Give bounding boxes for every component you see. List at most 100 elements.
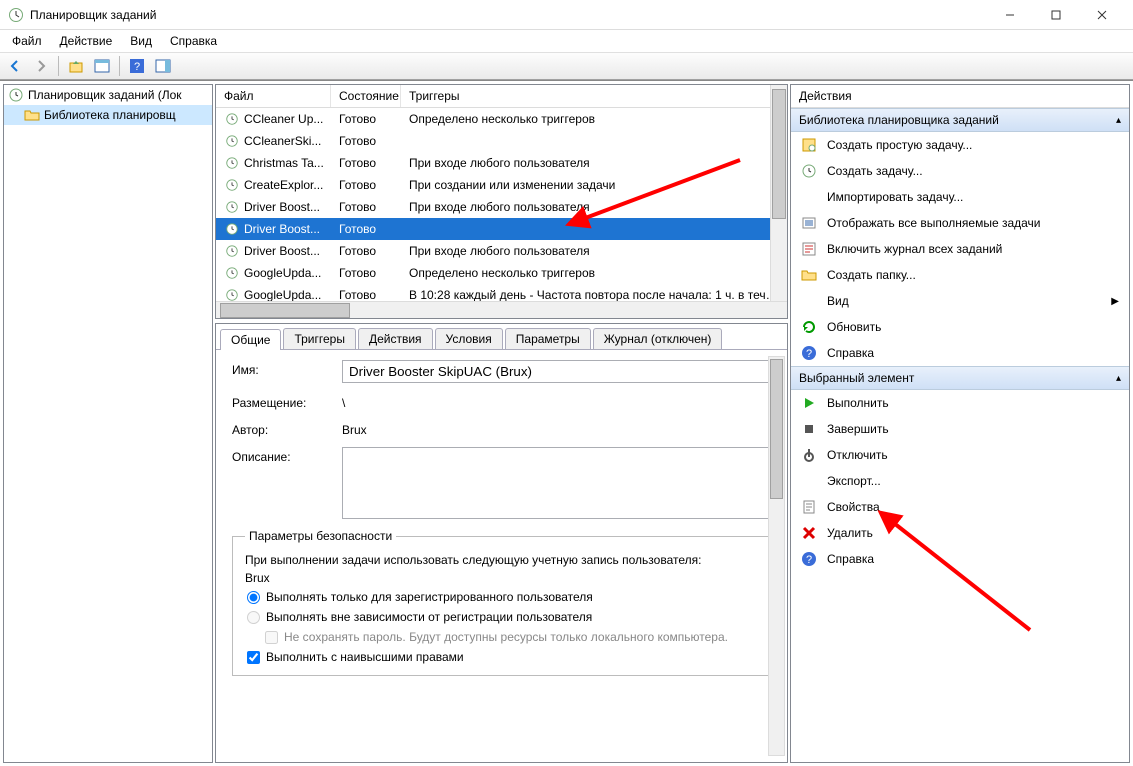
view-icon — [801, 293, 817, 309]
action-refresh[interactable]: Обновить — [791, 314, 1129, 340]
help2-icon: ? — [801, 551, 817, 567]
actions-title: Действия — [791, 85, 1129, 108]
vertical-scrollbar[interactable] — [770, 85, 787, 301]
task-state: Готово — [331, 243, 401, 259]
task-state: Готово — [331, 265, 401, 281]
action-label: Вид — [827, 294, 849, 308]
clock-icon — [224, 199, 240, 215]
tab-history[interactable]: Журнал (отключен) — [593, 328, 723, 349]
tree-library[interactable]: Библиотека планировщ — [4, 105, 212, 125]
actions-section-library[interactable]: Библиотека планировщика заданий ▴ — [791, 108, 1129, 132]
actions-pane: Действия Библиотека планировщика заданий… — [790, 84, 1130, 763]
action-props[interactable]: Свойства — [791, 494, 1129, 520]
description-field[interactable] — [342, 447, 771, 519]
menu-help[interactable]: Справка — [162, 32, 225, 50]
action-help1[interactable]: ?Справка — [791, 340, 1129, 366]
create_basic-icon — [801, 137, 817, 153]
check-highest[interactable] — [247, 651, 260, 664]
task-triggers: При входе любого пользователя — [401, 199, 787, 215]
action-label: Завершить — [827, 422, 889, 436]
panel1-button[interactable] — [91, 55, 113, 77]
action-end[interactable]: Завершить — [791, 416, 1129, 442]
action-create_basic[interactable]: Создать простую задачу... — [791, 132, 1129, 158]
action-delete[interactable]: Удалить — [791, 520, 1129, 546]
tab-general[interactable]: Общие — [220, 329, 281, 350]
clock-icon — [224, 221, 240, 237]
action-enable_hist[interactable]: Включить журнал всех заданий — [791, 236, 1129, 262]
actions-section-selected[interactable]: Выбранный элемент ▴ — [791, 366, 1129, 390]
panel2-button[interactable] — [152, 55, 174, 77]
task-row[interactable]: CreateExplor...ГотовоПри создании или из… — [216, 174, 787, 196]
titlebar: Планировщик заданий — [0, 0, 1133, 30]
menu-view[interactable]: Вид — [122, 32, 160, 50]
action-label: Выполнить — [827, 396, 889, 410]
task-row[interactable]: Driver Boost...ГотовоПри входе любого по… — [216, 240, 787, 262]
forward-button[interactable] — [30, 55, 52, 77]
end-icon — [801, 421, 817, 437]
location-value: \ — [342, 393, 345, 410]
clock-icon — [224, 243, 240, 259]
task-triggers: Определено несколько триггеров — [401, 111, 787, 127]
help-button[interactable]: ? — [126, 55, 148, 77]
action-help2[interactable]: ?Справка — [791, 546, 1129, 572]
author-value: Brux — [342, 420, 367, 437]
tab-triggers[interactable]: Триггеры — [283, 328, 356, 349]
task-row[interactable]: Driver Boost...ГотовоПри входе любого по… — [216, 196, 787, 218]
back-button[interactable] — [4, 55, 26, 77]
detail-scrollbar[interactable] — [768, 356, 785, 756]
description-label: Описание: — [232, 447, 342, 464]
task-row[interactable]: CCleaner Up...ГотовоОпределено несколько… — [216, 108, 787, 130]
tree-root[interactable]: Планировщик заданий (Лок — [4, 85, 212, 105]
menu-action[interactable]: Действие — [52, 32, 121, 50]
task-row[interactable]: Driver Boost...Готово — [216, 218, 787, 240]
close-button[interactable] — [1079, 0, 1125, 30]
action-export[interactable]: Экспорт... — [791, 468, 1129, 494]
task-row[interactable]: CCleanerSki...Готово — [216, 130, 787, 152]
tab-params[interactable]: Параметры — [505, 328, 591, 349]
action-label: Создать простую задачу... — [827, 138, 972, 152]
up-button[interactable] — [65, 55, 87, 77]
props-icon — [801, 499, 817, 515]
radio-any[interactable] — [247, 611, 260, 624]
action-view[interactable]: Вид▶ — [791, 288, 1129, 314]
task-triggers: При входе любого пользователя — [401, 243, 787, 259]
radio-logged-on[interactable] — [247, 591, 260, 604]
menu-file[interactable]: Файл — [4, 32, 50, 50]
tab-conditions[interactable]: Условия — [435, 328, 503, 349]
task-row[interactable]: GoogleUpda...ГотовоОпределено несколько … — [216, 262, 787, 284]
svg-text:?: ? — [806, 348, 812, 360]
name-label: Имя: — [232, 360, 342, 377]
col-state[interactable]: Состояние — [331, 85, 401, 107]
task-state: Готово — [331, 221, 401, 237]
action-disable[interactable]: Отключить — [791, 442, 1129, 468]
collapse-icon: ▴ — [1116, 373, 1121, 384]
tab-actions[interactable]: Действия — [358, 328, 433, 349]
action-show_running[interactable]: Отображать все выполняемые задачи — [791, 210, 1129, 236]
action-create[interactable]: Создать задачу... — [791, 158, 1129, 184]
action-new_folder[interactable]: Создать папку... — [791, 262, 1129, 288]
action-run[interactable]: Выполнить — [791, 390, 1129, 416]
action-label: Отображать все выполняемые задачи — [827, 216, 1041, 230]
task-row[interactable]: Christmas Ta...ГотовоПри входе любого по… — [216, 152, 787, 174]
task-name: Driver Boost... — [244, 200, 320, 214]
minimize-button[interactable] — [987, 0, 1033, 30]
horizontal-scrollbar[interactable] — [216, 301, 787, 318]
task-list: Файл Состояние Триггеры CCleaner Up...Го… — [215, 84, 788, 319]
action-label: Включить журнал всех заданий — [827, 242, 1002, 256]
task-name: Christmas Ta... — [244, 156, 324, 170]
task-triggers: При создании или изменении задачи — [401, 177, 787, 193]
svg-text:?: ? — [134, 61, 140, 73]
col-triggers[interactable]: Триггеры — [401, 85, 787, 107]
window-title: Планировщик заданий — [30, 8, 156, 22]
maximize-button[interactable] — [1033, 0, 1079, 30]
check-nostore[interactable] — [265, 631, 278, 644]
col-file[interactable]: Файл — [216, 85, 331, 107]
task-triggers — [401, 228, 787, 230]
task-triggers: В 10:28 каждый день - Частота повтора по… — [401, 287, 787, 301]
task-row[interactable]: GoogleUpda...ГотовоВ 10:28 каждый день -… — [216, 284, 787, 301]
radio-logged-on-label: Выполнять только для зарегистрированного… — [266, 590, 593, 604]
name-field[interactable] — [342, 360, 771, 383]
action-import[interactable]: Импортировать задачу... — [791, 184, 1129, 210]
task-name: GoogleUpda... — [244, 266, 321, 280]
clock-icon — [224, 177, 240, 193]
